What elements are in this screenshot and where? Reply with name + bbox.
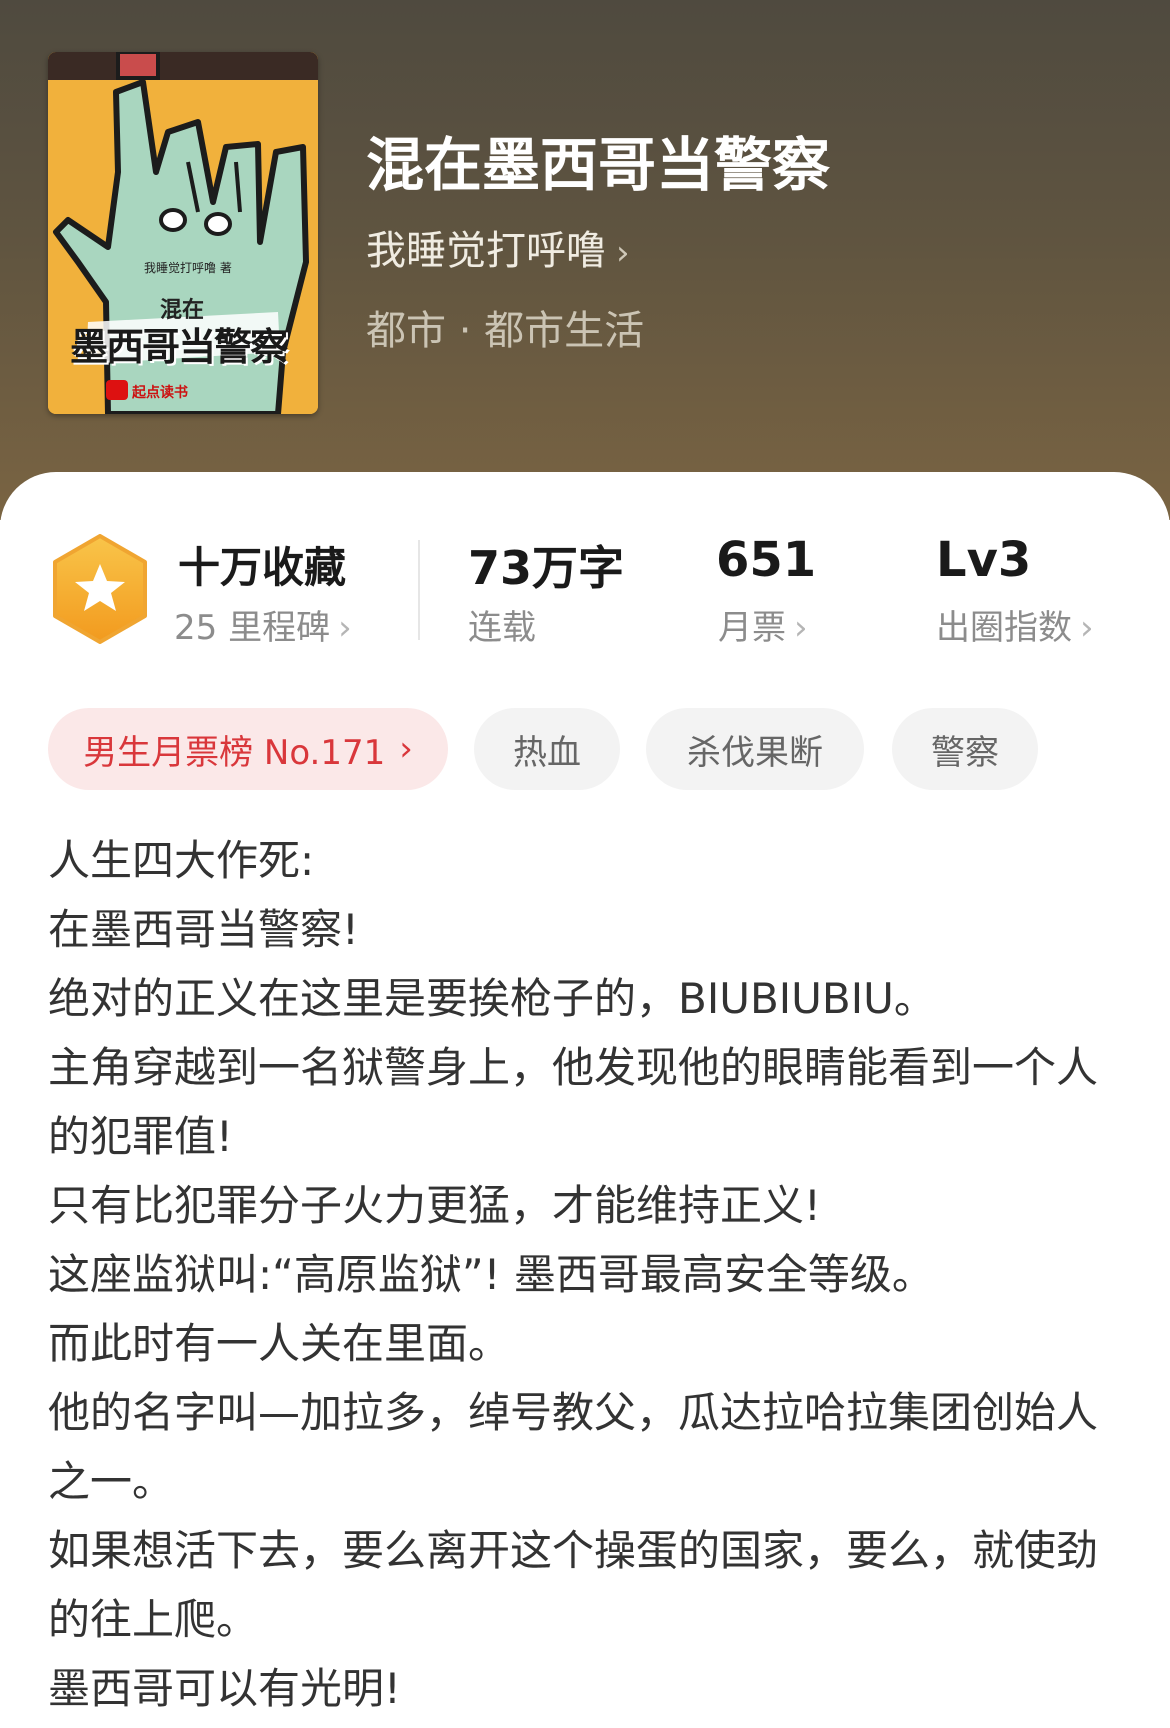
milestone-label: 25 里程碑	[174, 608, 331, 648]
description-line: 主角穿越到一名狱警身上，他发现他的眼睛能看到一个人的犯罪值!	[48, 1043, 1099, 1161]
tag-decisive[interactable]: 杀伐果断	[646, 708, 864, 790]
description-line: 他的名字叫—加拉多，绰号教父，瓜达拉哈拉集团创始人之一。	[48, 1388, 1099, 1506]
tag-hot-blood[interactable]: 热血	[474, 708, 620, 790]
description-line: 绝对的正义在这里是要挨枪子的，BIUBIUBIU。	[48, 974, 936, 1023]
monthly-tickets-value: 651	[716, 532, 817, 588]
book-cover[interactable]: 我睡觉打呼噜 著 混在 墨西哥当警察 起点读书	[48, 52, 318, 414]
description-line: 在墨西哥当警察!	[48, 905, 359, 954]
rank-tag-label: 男生月票榜 No.171	[83, 732, 386, 773]
qidian-logo-icon	[106, 380, 128, 400]
monthly-tickets-link[interactable]: 月票 ›	[718, 600, 808, 649]
collections-value: 十万收藏	[178, 543, 347, 592]
book-description[interactable]: 人生四大作死: 在墨西哥当警察! 绝对的正义在这里是要挨枪子的，BIUBIUBI…	[48, 826, 1128, 1723]
stats-divider	[418, 540, 420, 640]
description-line: 只有比犯罪分子火力更猛，才能维持正义!	[48, 1181, 821, 1230]
chevron-right-icon: ›	[616, 233, 630, 273]
author-link[interactable]: 我睡觉打呼噜 ›	[366, 218, 630, 276]
chevron-right-icon: ›	[338, 608, 352, 648]
book-title: 混在墨西哥当警察	[366, 131, 831, 199]
description-line: 这座监狱叫:“高原监狱”! 墨西哥最高安全等级。	[48, 1250, 934, 1299]
cover-title-main: 墨西哥当警察	[70, 325, 288, 369]
description-line: 墨西哥可以有光明!	[48, 1664, 401, 1713]
serial-status: 连载	[468, 608, 536, 648]
author-name: 我睡觉打呼噜	[366, 228, 606, 274]
chevron-right-icon: ›	[1080, 608, 1094, 648]
cover-brand: 起点读书	[132, 385, 188, 401]
rank-tag[interactable]: 男生月票榜 No.171 ›	[48, 708, 448, 790]
star-hexagon-icon[interactable]	[50, 534, 150, 644]
monthly-tickets-label: 月票	[718, 608, 786, 648]
influence-index-label: 出圈指数	[936, 608, 1072, 648]
tag-police[interactable]: 警察	[892, 708, 1038, 790]
book-genre: 都市 · 都市生活	[366, 308, 645, 354]
description-line: 如果想活下去，要么离开这个操蛋的国家，要么，就使劲的往上爬。	[48, 1526, 1099, 1644]
milestone-link[interactable]: 25 里程碑 ›	[174, 600, 352, 649]
description-line: 而此时有一人关在里面。	[48, 1319, 511, 1368]
description-line: 人生四大作死:	[48, 836, 315, 885]
influence-index-link[interactable]: 出圈指数 ›	[936, 600, 1094, 649]
chevron-right-icon: ›	[794, 608, 808, 648]
influence-level: Lv3	[936, 532, 1032, 588]
cover-author-text: 我睡觉打呼噜 著	[144, 261, 232, 275]
word-count: 73万字	[468, 541, 625, 595]
chevron-right-icon: ›	[399, 729, 413, 769]
